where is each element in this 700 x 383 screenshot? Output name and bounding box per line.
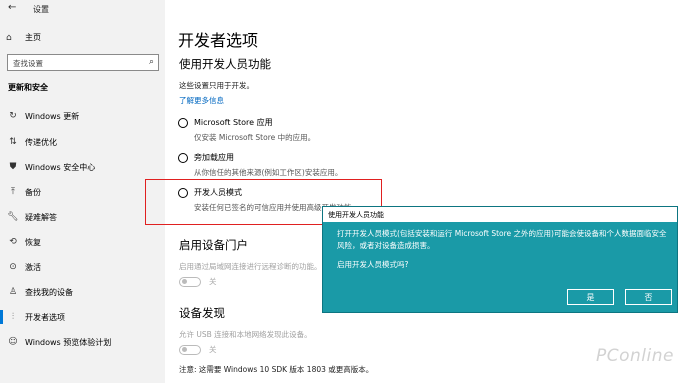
sidebar-section-title: 更新和安全 <box>8 83 48 92</box>
no-button[interactable]: 否 <box>625 289 672 305</box>
radio-title: 旁加载应用 <box>194 153 234 162</box>
device-discovery-toggle[interactable]: 关 <box>179 344 217 355</box>
developer-icon: ⫶ <box>11 312 15 322</box>
sidebar-item-troubleshoot[interactable]: 🔧︎ 疑难解答 <box>6 208 161 226</box>
sidebar-item-label: 激活 <box>25 262 41 272</box>
sidebar-item-insider-program[interactable]: ☺ Windows 预览体验计划 <box>6 333 161 351</box>
sidebar: ← 设置 ⌂ 主页 查找设置 ⌕ 更新和安全 ↻ Windows 更新 ⇅ 传递… <box>0 0 165 383</box>
sidebar-item-find-my-device[interactable]: ♙ 查找我的设备 <box>6 283 161 301</box>
sidebar-item-recovery[interactable]: ⟲ 恢复 <box>6 233 161 251</box>
radio-sideload-apps[interactable]: 旁加载应用 从你信任的其他来源(例如工作区)安装应用。 <box>178 152 342 178</box>
toggle-switch[interactable] <box>179 276 201 287</box>
dialog-titlebar[interactable]: 使用开发人员功能 <box>323 207 677 222</box>
backup-icon: ⤒ <box>11 187 15 197</box>
page-title: 开发者选项 <box>178 31 259 50</box>
sidebar-item-home[interactable]: ⌂ 主页 <box>6 32 41 43</box>
sidebar-item-label: 查找我的设备 <box>25 287 73 297</box>
sidebar-item-label: Windows 预览体验计划 <box>25 337 112 347</box>
sidebar-item-label: Windows 更新 <box>25 111 80 121</box>
sidebar-item-windows-security[interactable]: ⛊ Windows 安全中心 <box>6 158 161 176</box>
dialog-message: 打开开发人员模式(包括安装和运行 Microsoft Store 之外的应用)可… <box>337 229 667 250</box>
sidebar-item-label: 开发者选项 <box>25 312 65 322</box>
sidebar-item-label: Windows 安全中心 <box>25 162 96 172</box>
wrench-icon: 🔧︎ <box>7 212 19 222</box>
sidebar-item-developer-options[interactable]: ⫶ 开发者选项 <box>0 308 161 326</box>
learn-more-link[interactable]: 了解更多信息 <box>179 95 224 106</box>
dev-features-heading: 使用开发人员功能 <box>179 57 271 71</box>
radio-button[interactable] <box>178 118 188 128</box>
recovery-icon: ⟲ <box>9 237 17 247</box>
dialog-question: 启用开发人员模式吗? <box>337 260 409 269</box>
back-arrow-icon[interactable]: ← <box>8 2 16 13</box>
search-input[interactable]: 查找设置 ⌕ <box>7 54 159 71</box>
person-pin-icon: ♙ <box>8 287 18 297</box>
radio-store-apps[interactable]: Microsoft Store 应用 仅安装 Microsoft Store 中… <box>178 117 315 143</box>
shield-icon: ⛊ <box>9 162 17 172</box>
sidebar-item-delivery-optimization[interactable]: ⇅ 传递优化 <box>6 133 161 151</box>
home-icon: ⌂ <box>6 32 12 43</box>
toggle-switch[interactable] <box>179 344 201 355</box>
sidebar-item-windows-update[interactable]: ↻ Windows 更新 <box>6 107 161 125</box>
radio-subtitle: 从你信任的其他来源(例如工作区)安装应用。 <box>194 168 343 177</box>
device-discovery-note: 注意: 这需要 Windows 10 SDK 版本 1803 或更高版本。 <box>179 365 374 374</box>
device-discovery-heading: 设备发现 <box>179 306 225 320</box>
sidebar-item-label: 恢复 <box>25 237 41 247</box>
window-title: 设置 <box>33 5 49 14</box>
radio-button[interactable] <box>178 153 188 163</box>
device-portal-toggle[interactable]: 关 <box>179 276 217 287</box>
refresh-icon: ↻ <box>9 111 17 121</box>
activation-icon: ⊙ <box>9 262 17 272</box>
radio-subtitle: 仅安装 Microsoft Store 中的应用。 <box>194 133 316 142</box>
sidebar-item-label: 主页 <box>25 33 41 42</box>
search-icon: ⌕ <box>148 57 154 67</box>
sidebar-item-label: 传递优化 <box>25 137 57 147</box>
toggle-state-label: 关 <box>209 277 217 286</box>
watermark-logo: PConline <box>596 346 674 366</box>
radio-title: Microsoft Store 应用 <box>194 118 273 127</box>
yes-button[interactable]: 是 <box>567 289 614 305</box>
insider-icon: ☺ <box>8 337 18 347</box>
sidebar-item-label: 备份 <box>25 187 41 197</box>
device-portal-desc: 启用通过局域网连接进行远程诊断的功能。 <box>179 262 322 271</box>
device-portal-heading: 启用设备门户 <box>179 238 248 252</box>
toggle-state-label: 关 <box>209 345 217 354</box>
dev-features-desc: 这些设置只用于开发。 <box>179 81 254 90</box>
delivery-icon: ⇅ <box>9 137 17 147</box>
search-input-value: 查找设置 <box>13 59 43 68</box>
confirm-dialog: 使用开发人员功能 打开开发人员模式(包括安装和运行 Microsoft Stor… <box>322 206 678 313</box>
sidebar-item-backup[interactable]: ⤒ 备份 <box>6 183 161 201</box>
device-discovery-desc: 允许 USB 连接和本地网络发现此设备。 <box>179 330 312 339</box>
sidebar-item-activation[interactable]: ⊙ 激活 <box>6 258 161 276</box>
dialog-title: 使用开发人员功能 <box>328 211 384 219</box>
sidebar-item-label: 疑难解答 <box>25 212 57 222</box>
